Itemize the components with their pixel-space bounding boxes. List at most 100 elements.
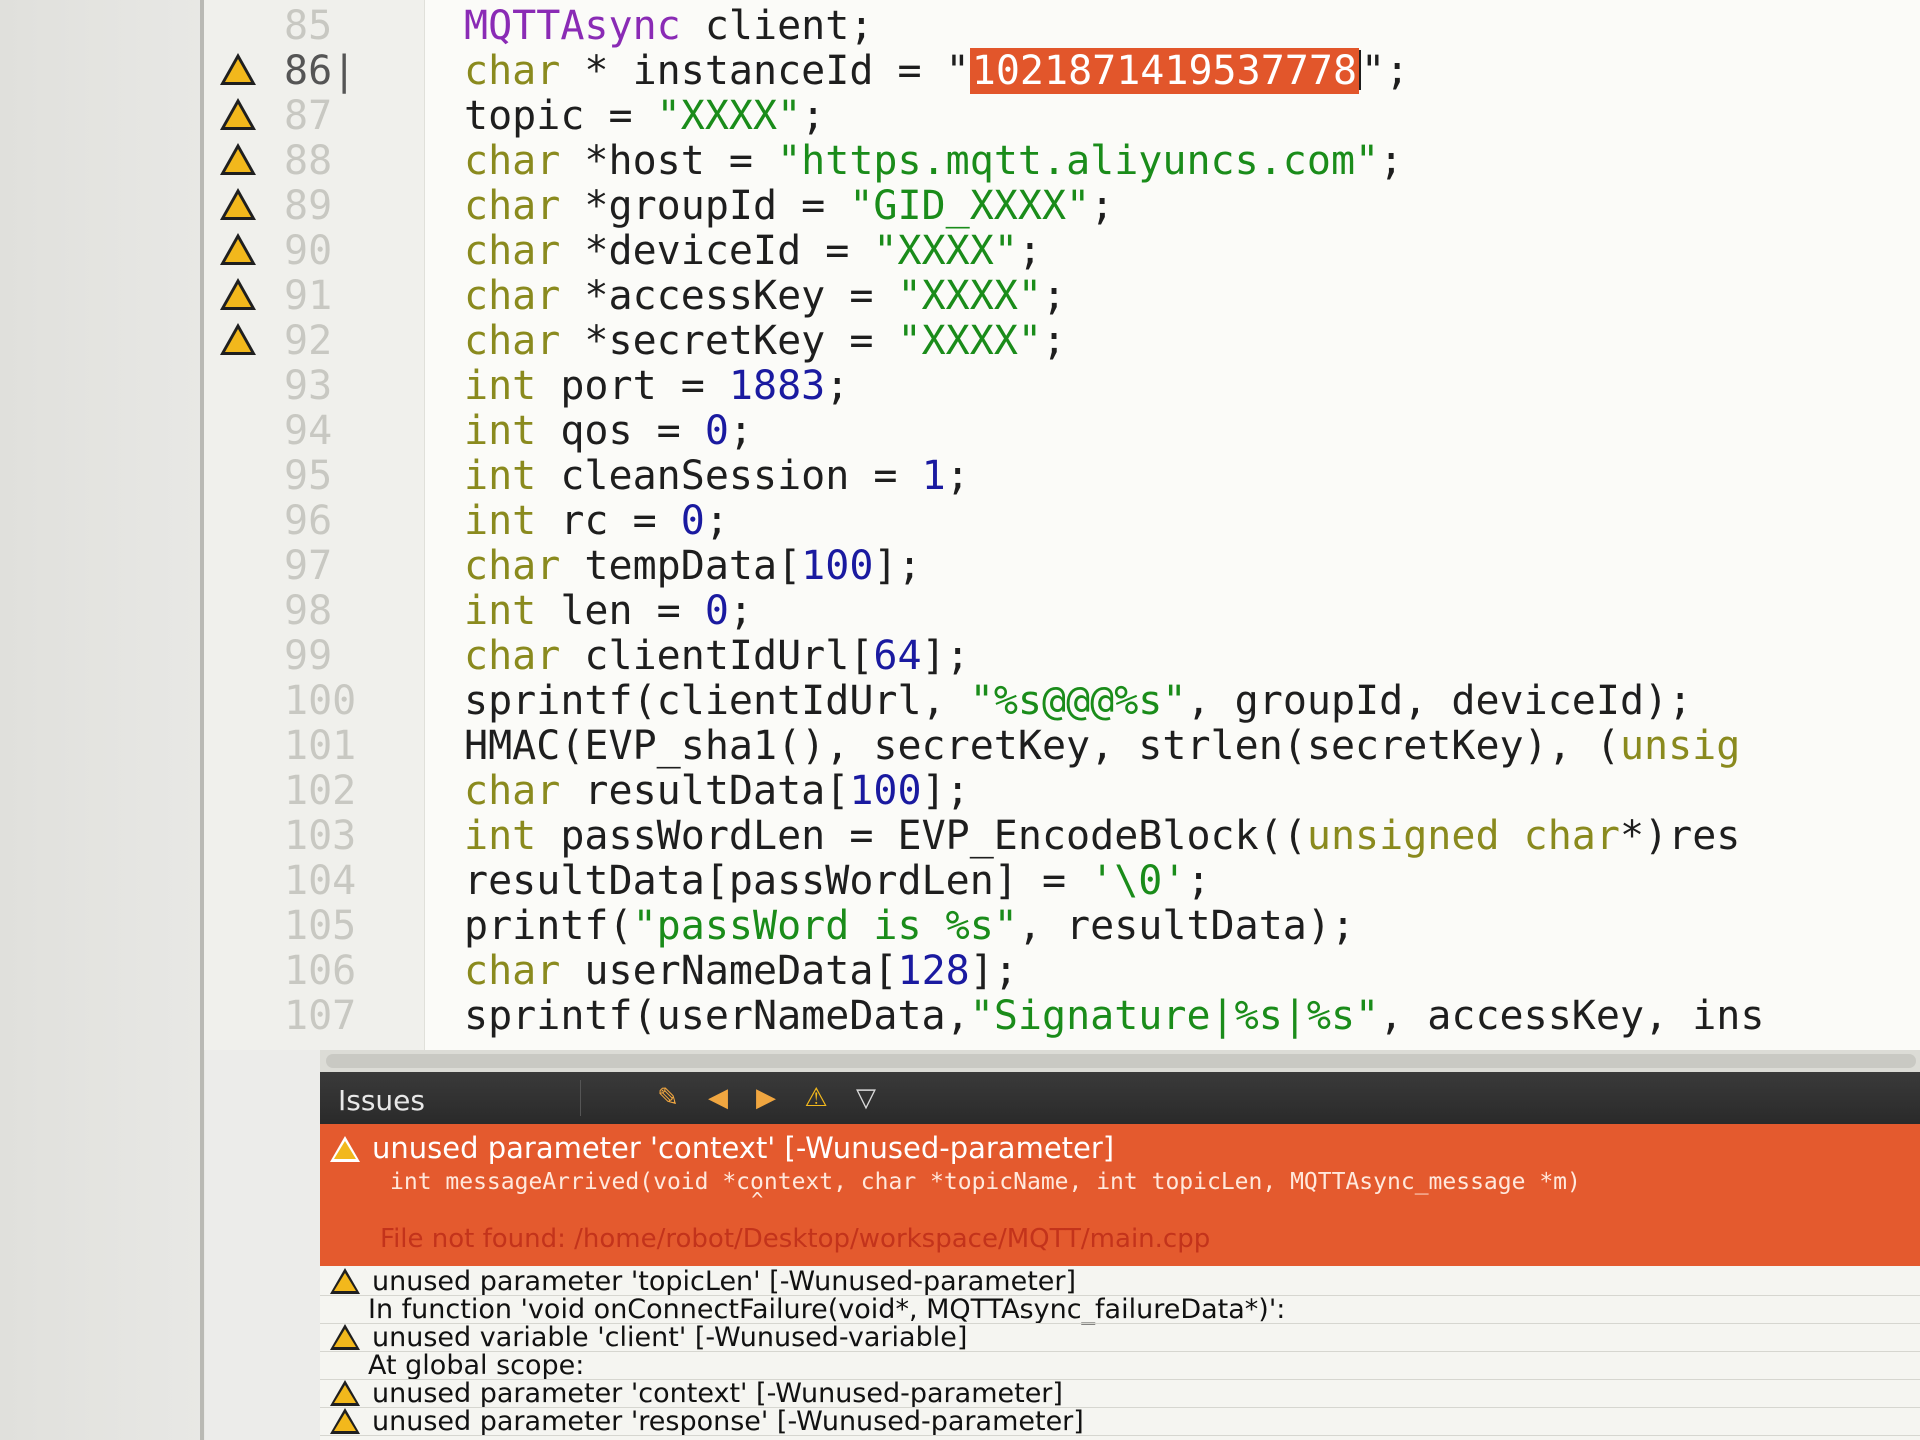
line-number: 101 — [284, 723, 357, 769]
warning-marker-icon[interactable]: ! — [220, 233, 256, 265]
code-line[interactable]: resultData[passWordLen] = '\0'; — [464, 857, 1211, 905]
code-token: char — [464, 633, 561, 679]
code-line[interactable]: sprintf(clientIdUrl, "%s@@@%s", groupId,… — [464, 677, 1692, 725]
code-line[interactable]: char clientIdUrl[64]; — [464, 632, 970, 680]
code-line[interactable]: char *host = "https.mqtt.aliyuncs.com"; — [464, 137, 1403, 185]
code-token: ]; — [921, 768, 970, 814]
gutter-line[interactable]: ! 89 — [204, 182, 424, 230]
code-line[interactable]: HMAC(EVP_sha1(), secretKey, strlen(secre… — [464, 722, 1740, 770]
gutter-line[interactable]: 104 — [204, 857, 424, 905]
gutter-line[interactable]: 98 — [204, 587, 424, 635]
warning-marker-icon[interactable]: ! — [220, 98, 256, 130]
issue-context-row[interactable]: At global scope: — [320, 1352, 1920, 1380]
code-line[interactable]: char tempData[100]; — [464, 542, 922, 590]
code-token: client; — [680, 3, 874, 49]
code-line[interactable]: char userNameData[128]; — [464, 947, 1018, 995]
issue-row[interactable]: unused parameter 'response' [-Wunused-pa… — [320, 1408, 1920, 1436]
gutter-line[interactable]: 99 — [204, 632, 424, 680]
code-token: 100 — [849, 768, 922, 814]
issue-message: unused parameter 'context' [-Wunused-par… — [372, 1378, 1063, 1409]
warning-marker-icon[interactable]: ! — [220, 278, 256, 310]
prev-issue-icon[interactable]: ◀ — [700, 1082, 736, 1114]
line-number: 99 — [284, 633, 333, 679]
code-line[interactable]: MQTTAsync client; — [464, 2, 873, 50]
code-line[interactable]: char * instanceId = "1021871419537778 "; — [464, 47, 1409, 95]
code-line[interactable]: char *deviceId = "XXXX"; — [464, 227, 1042, 275]
issue-row[interactable]: unused parameter 'context' [-Wunused-par… — [320, 1380, 1920, 1408]
gutter-line[interactable]: ! 87 — [204, 92, 424, 140]
code-line[interactable]: int cleanSession = 1; — [464, 452, 970, 500]
issue-caret-marker: ^ — [390, 1188, 764, 1212]
warning-icon — [330, 1408, 360, 1434]
filter-icon[interactable]: ▽ — [848, 1082, 884, 1114]
gutter-line[interactable]: ! 91 — [204, 272, 424, 320]
gutter-line[interactable]: ! 90 — [204, 227, 424, 275]
code-line[interactable]: int rc = 0; — [464, 497, 729, 545]
gutter-line[interactable]: 95 — [204, 452, 424, 500]
code-token: sprintf(clientIdUrl, — [464, 678, 970, 724]
code-token: HMAC(EVP_sha1(), secretKey, strlen(secre… — [464, 723, 1620, 769]
issue-context-row[interactable]: In function 'void onConnectFailure(void*… — [320, 1296, 1920, 1324]
code-line[interactable]: int qos = 0; — [464, 407, 753, 455]
gutter-line[interactable]: 93 — [204, 362, 424, 410]
code-area[interactable]: MQTTAsync client; char * instanceId = "10… — [464, 0, 1920, 1050]
gutter-line[interactable]: 100 — [204, 677, 424, 725]
warning-marker-icon[interactable]: ! — [220, 143, 256, 175]
code-line[interactable]: int port = 1883; — [464, 362, 849, 410]
warning-marker-icon[interactable]: ! — [220, 53, 256, 85]
gutter-line[interactable]: ! 92 — [204, 317, 424, 365]
gutter-line[interactable]: 106 — [204, 947, 424, 995]
code-token: topic = — [464, 93, 657, 139]
scrollbar-thumb[interactable] — [326, 1054, 1916, 1068]
warnings-filter-icon[interactable]: ⚠ — [798, 1082, 834, 1114]
gutter-line[interactable]: 96 — [204, 497, 424, 545]
clean-issues-icon[interactable]: ✎ — [650, 1082, 686, 1114]
issues-panel-title: Issues — [338, 1084, 425, 1117]
gutter-line[interactable]: ! 86| — [204, 47, 424, 95]
warning-marker-icon[interactable]: ! — [220, 323, 256, 355]
code-line[interactable]: int len = 0; — [464, 587, 753, 635]
editor-horizontal-scrollbar[interactable] — [320, 1050, 1920, 1072]
line-number: 90 — [284, 228, 333, 274]
code-line[interactable]: topic = "XXXX"; — [464, 92, 825, 140]
code-token: port = — [536, 363, 729, 409]
gutter-line[interactable]: 101 — [204, 722, 424, 770]
code-line[interactable]: printf("passWord is %s", resultData); — [464, 902, 1355, 950]
code-line[interactable]: int passWordLen = EVP_EncodeBlock((unsig… — [464, 812, 1740, 860]
code-token: sprintf(userNameData, — [464, 993, 970, 1039]
code-line[interactable]: sprintf(userNameData,"Signature|%s|%s", … — [464, 992, 1764, 1040]
code-editor[interactable]: 85! 86|! 87! 88! 89! 90! 91! 92 93 94 95 96 97 98 99 10… — [204, 0, 1920, 1050]
gutter-line[interactable]: ! 88 — [204, 137, 424, 185]
issue-row-selected[interactable]: unused parameter 'context' [-Wunused-par… — [320, 1124, 1920, 1266]
code-token: 128 — [897, 948, 970, 994]
code-line[interactable]: char *accessKey = "XXXX"; — [464, 272, 1066, 320]
issue-row[interactable]: unused parameter 'topicLen' [-Wunused-pa… — [320, 1268, 1920, 1296]
code-line[interactable]: char *groupId = "GID_XXXX"; — [464, 182, 1114, 230]
next-issue-icon[interactable]: ▶ — [748, 1082, 784, 1114]
issue-file-note: File not found: /home/robot/Desktop/work… — [380, 1224, 1211, 1254]
code-token: char — [464, 183, 561, 229]
code-token: char — [464, 228, 561, 274]
warning-marker-icon[interactable]: ! — [220, 188, 256, 220]
gutter-line[interactable]: 102 — [204, 767, 424, 815]
line-number: 94 — [284, 408, 333, 454]
issue-row[interactable]: unused variable 'client' [-Wunused-varia… — [320, 1324, 1920, 1352]
code-token: int — [464, 363, 537, 409]
line-number: 96 — [284, 498, 333, 544]
code-line[interactable]: char *secretKey = "XXXX"; — [464, 317, 1066, 365]
gutter-line[interactable]: 105 — [204, 902, 424, 950]
gutter-line[interactable]: 97 — [204, 542, 424, 590]
code-token: ; — [945, 453, 970, 499]
gutter-line[interactable]: 107 — [204, 992, 424, 1040]
gutter-line[interactable]: 103 — [204, 812, 424, 860]
code-token: char — [464, 318, 561, 364]
code-line[interactable]: char resultData[100]; — [464, 767, 970, 815]
code-token: unsig — [1619, 723, 1741, 769]
code-token: printf( — [464, 903, 633, 949]
issues-toolbar: Issues ✎ ◀ ▶ ⚠ ▽ — [320, 1072, 1920, 1124]
gutter-line[interactable]: 94 — [204, 407, 424, 455]
code-token: ; — [1186, 858, 1211, 904]
gutter-line[interactable]: 85 — [204, 2, 424, 50]
code-token: *host = — [560, 138, 778, 184]
warning-icon — [330, 1136, 360, 1162]
